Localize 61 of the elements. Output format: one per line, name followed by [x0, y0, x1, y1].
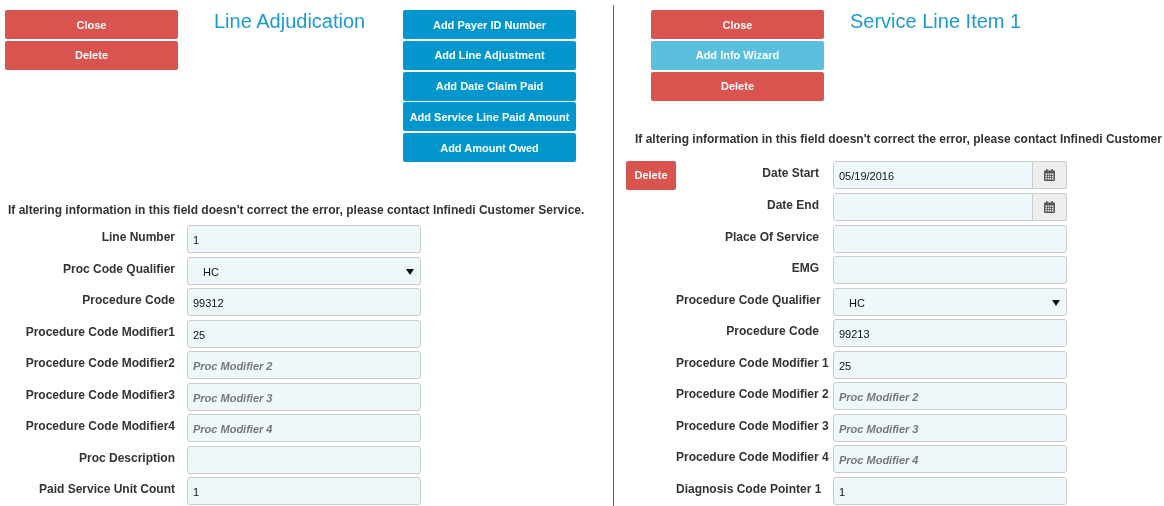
select-field[interactable]: HC	[833, 287, 1067, 316]
input-field[interactable]: 1	[187, 225, 421, 253]
input-field[interactable]: Proc Modifier 4	[187, 414, 421, 442]
field-label: Procedure Code Qualifier	[676, 291, 822, 307]
delete-button[interactable]: Delete	[626, 160, 676, 190]
input-field[interactable]: 99213	[833, 319, 1067, 347]
field-label: Procedure Code Modifier 2	[676, 386, 830, 401]
panel-title: Line Adjudication	[214, 10, 367, 33]
field-label: Procedure Code	[725, 323, 820, 338]
danger-button[interactable]: Delete	[651, 71, 824, 101]
input-field[interactable]: 25	[187, 319, 421, 348]
calendar-icon	[1044, 201, 1055, 213]
add-button[interactable]: Add Amount Owed	[403, 133, 576, 162]
calendar-icon	[1044, 168, 1055, 181]
field-label: Line Number	[100, 229, 175, 244]
field-label: Date End	[766, 197, 820, 212]
input-field[interactable]: Proc Modifier 4	[833, 445, 1067, 473]
input-field[interactable]	[833, 224, 1067, 253]
input-field[interactable]: 25	[833, 350, 1067, 379]
danger-button[interactable]: Close	[5, 10, 178, 39]
field-label: Procedure Code Modifier3	[24, 386, 175, 402]
calendar-button[interactable]	[1033, 160, 1067, 189]
field-label: Procedure Code Modifier2	[24, 355, 175, 370]
notice-text: If altering information in this field doesn't correct the error, please contact Infinedi Customer	[635, 131, 1163, 146]
field-label: Procedure Code Modifier1	[24, 323, 175, 339]
caret-icon	[406, 268, 414, 275]
field-label: Proc Code Qualifier	[61, 260, 175, 276]
field-label: Procedure Code Modifier 4	[676, 449, 830, 464]
field-label: Procedure Code Modifier 3	[676, 417, 830, 433]
field-label: Place Of Service	[723, 228, 820, 244]
caret-icon	[1052, 299, 1060, 306]
input-field[interactable]: Proc Modifier 2	[833, 382, 1067, 410]
input-field[interactable]: 1	[187, 477, 421, 505]
notice-text: If altering information in this field doesn't correct the error, please contact Infinedi Customer Service.	[8, 203, 586, 217]
add-button[interactable]: Add Date Claim Paid	[403, 71, 576, 101]
field-label: Paid Service Unit Count	[37, 481, 175, 496]
field-label: Proc Description	[77, 449, 175, 465]
field-label: Date Start	[761, 164, 820, 180]
date-field[interactable]: 05/19/2016	[833, 160, 1033, 189]
wizard-button[interactable]: Add Info Wizard	[651, 40, 824, 70]
field-label: Procedure Code Modifier4	[24, 418, 175, 433]
panel-title: Service Line Item 1	[850, 10, 1022, 33]
input-field[interactable]: Proc Modifier 2	[187, 351, 421, 379]
input-field[interactable]: 99312	[187, 288, 421, 316]
select-field[interactable]: HC	[187, 256, 421, 285]
input-field[interactable]	[187, 445, 421, 474]
field-label: Diagnosis Code Pointer 1	[676, 480, 823, 496]
input-field[interactable]: Proc Modifier 3	[833, 413, 1067, 442]
input-field[interactable]: 1	[833, 476, 1067, 505]
field-label: EMG	[790, 260, 820, 275]
input-field[interactable]	[833, 256, 1067, 284]
field-label: Procedure Code Modifier 1	[676, 354, 830, 370]
field-label: Procedure Code	[81, 292, 175, 307]
input-field[interactable]: Proc Modifier 3	[187, 382, 421, 411]
calendar-button[interactable]	[1033, 193, 1067, 221]
add-button[interactable]: Add Line Adjustment	[403, 40, 576, 70]
danger-button[interactable]: Delete	[5, 40, 178, 70]
add-button[interactable]: Add Service Line Paid Amount	[403, 102, 576, 132]
date-field[interactable]	[833, 193, 1033, 221]
add-button[interactable]: Add Payer ID Number	[403, 10, 576, 39]
danger-button[interactable]: Close	[651, 10, 824, 39]
